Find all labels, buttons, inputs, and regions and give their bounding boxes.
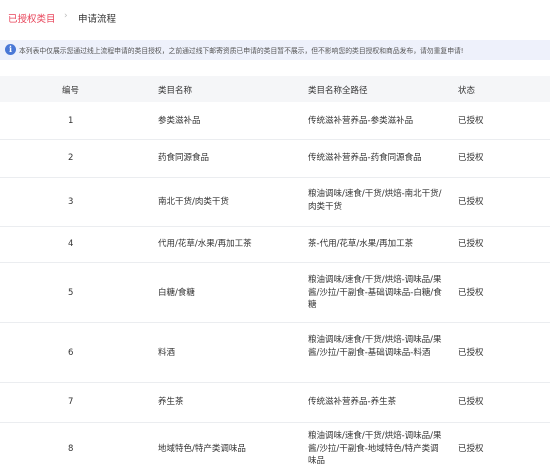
row-category-path: 粮油调味/速食/干货/烘焙-调味品/果酱/沙拉/干副食-基础调味品-白糖/食糖 bbox=[308, 275, 442, 310]
table-row: 2 药食同源食品 传统滋补营养品-药食同源食品 已授权 bbox=[0, 140, 550, 178]
row-category-name: 地域特色/特产类调味品 bbox=[158, 444, 246, 454]
row-number: 5 bbox=[68, 288, 74, 298]
row-status: 已授权 bbox=[458, 397, 484, 407]
table-row: 5 白糖/食糖 粮油调味/速食/干货/烘焙-调味品/果酱/沙拉/干副食-基础调味… bbox=[0, 263, 550, 323]
row-number: 4 bbox=[68, 239, 74, 249]
row-number: 1 bbox=[68, 116, 74, 126]
table-row: 3 南北干货/肉类干货 粮油调味/速食/干货/烘焙-南北干货/肉类干货 已授权 bbox=[0, 178, 550, 227]
chevron-right-icon: › bbox=[64, 11, 68, 21]
notice-banner: i 本列表中仅展示您通过线上流程申请的类目授权，之前通过线下邮寄资质已申请的类目… bbox=[0, 40, 550, 60]
table-row: 4 代用/花草/水果/再加工茶 茶-代用/花草/水果/再加工茶 已授权 bbox=[0, 227, 550, 263]
row-status: 已授权 bbox=[458, 197, 484, 207]
row-category-path: 粮油调味/速食/干货/烘焙-调味品/果酱/沙拉/干副食-基础调味品-料酒 bbox=[308, 335, 442, 358]
notice-text: 本列表中仅展示您通过线上流程申请的类目授权，之前通过线下邮寄资质已申请的类目暂不… bbox=[19, 47, 464, 55]
header-number: 编号 bbox=[62, 86, 80, 96]
row-category-name: 养生茶 bbox=[158, 397, 184, 407]
table-header: 编号 类目名称 类目名称全路径 状态 bbox=[0, 76, 550, 102]
row-category-path: 粮油调味/速食/干货/烘焙-调味品/果酱/沙拉/干副食-地域特色/特产类调味品 bbox=[308, 431, 442, 466]
row-category-path: 粮油调味/速食/干货/烘焙-南北干货/肉类干货 bbox=[308, 189, 442, 212]
header-category-name: 类目名称 bbox=[158, 86, 193, 96]
row-number: 3 bbox=[68, 197, 74, 207]
tab-bar: 已授权类目 › 申请流程 bbox=[0, 0, 550, 34]
row-category-name: 南北干货/肉类干货 bbox=[158, 197, 229, 207]
row-number: 7 bbox=[68, 397, 74, 407]
header-category-path: 类目名称全路径 bbox=[308, 86, 368, 96]
row-status: 已授权 bbox=[458, 444, 484, 454]
row-number: 8 bbox=[68, 444, 74, 454]
tab-authorized-categories[interactable]: 已授权类目 bbox=[8, 11, 56, 25]
row-category-name: 参类滋补品 bbox=[158, 116, 201, 126]
row-status: 已授权 bbox=[458, 153, 484, 163]
row-status: 已授权 bbox=[458, 116, 484, 126]
info-icon: i bbox=[5, 44, 16, 55]
row-status: 已授权 bbox=[458, 348, 484, 358]
row-category-name: 药食同源食品 bbox=[158, 153, 210, 163]
row-number: 2 bbox=[68, 153, 74, 163]
row-number: 6 bbox=[68, 348, 74, 358]
row-category-name: 白糖/食糖 bbox=[158, 288, 195, 298]
row-status: 已授权 bbox=[458, 239, 484, 249]
table-row: 1 参类滋补品 传统滋补营养品-参类滋补品 已授权 bbox=[0, 102, 550, 140]
table-row: 6 料酒 粮油调味/速食/干货/烘焙-调味品/果酱/沙拉/干副食-基础调味品-料… bbox=[0, 323, 550, 383]
row-status: 已授权 bbox=[458, 288, 484, 298]
row-category-name: 代用/花草/水果/再加工茶 bbox=[158, 239, 252, 249]
tab-application-process[interactable]: 申请流程 bbox=[78, 11, 116, 25]
row-category-name: 料酒 bbox=[158, 348, 176, 358]
table-row: 7 养生茶 传统滋补营养品-养生茶 已授权 bbox=[0, 383, 550, 423]
header-status: 状态 bbox=[458, 86, 476, 96]
table-row: 8 地域特色/特产类调味品 粮油调味/速食/干货/烘焙-调味品/果酱/沙拉/干副… bbox=[0, 423, 550, 467]
